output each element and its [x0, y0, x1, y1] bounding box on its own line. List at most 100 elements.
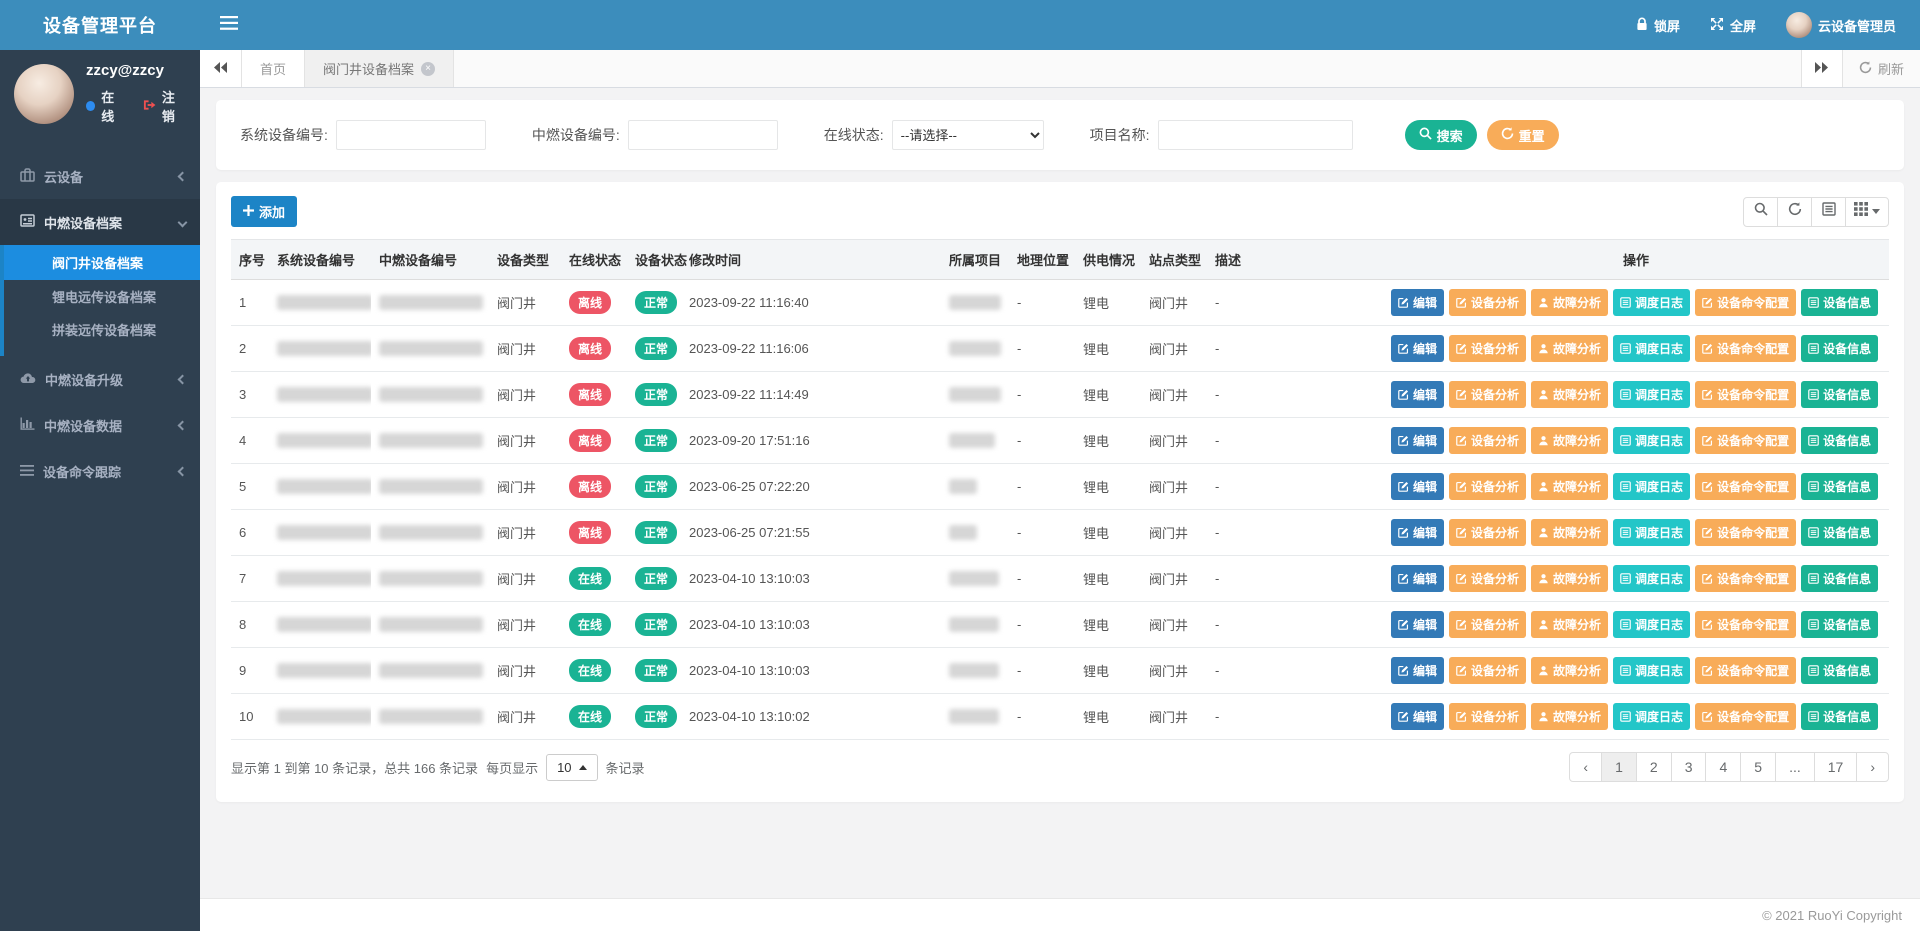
sidebar-subitem-lithium-remote-archive[interactable]: 锂电远传设备档案 [4, 280, 200, 313]
row-action-device-analysis[interactable]: 设备分析 [1449, 381, 1526, 408]
toolbar-detail-view-button[interactable] [1811, 197, 1846, 227]
tab-close-icon[interactable]: × [421, 62, 435, 76]
tab-valve-well-archive[interactable]: 阀门井设备档案 × [305, 50, 454, 87]
page-prev-button[interactable]: ‹ [1569, 752, 1602, 782]
row-action-device-analysis[interactable]: 设备分析 [1449, 289, 1526, 316]
row-action-device-analysis[interactable]: 设备分析 [1449, 427, 1526, 454]
row-action-dispatch-log[interactable]: 调度日志 [1613, 381, 1690, 408]
row-action-device-info[interactable]: 设备信息 [1801, 473, 1878, 500]
row-action-edit[interactable]: 编辑 [1391, 519, 1444, 546]
tabs-scroll-right-button[interactable] [1801, 50, 1843, 87]
row-action-device-analysis[interactable]: 设备分析 [1449, 703, 1526, 730]
row-action-edit[interactable]: 编辑 [1391, 289, 1444, 316]
row-action-edit[interactable]: 编辑 [1391, 657, 1444, 684]
row-action-device-command-config[interactable]: 设备命令配置 [1695, 703, 1796, 730]
page-button-2[interactable]: 2 [1636, 752, 1672, 782]
row-action-device-info[interactable]: 设备信息 [1801, 289, 1878, 316]
row-action-dispatch-log[interactable]: 调度日志 [1613, 289, 1690, 316]
row-action-dispatch-log[interactable]: 调度日志 [1613, 703, 1690, 730]
row-action-device-command-config[interactable]: 设备命令配置 [1695, 473, 1796, 500]
row-action-dispatch-log[interactable]: 调度日志 [1613, 611, 1690, 638]
row-action-device-info[interactable]: 设备信息 [1801, 381, 1878, 408]
row-action-device-info[interactable]: 设备信息 [1801, 565, 1878, 592]
sidebar-item-command-tracking[interactable]: 设备命令跟踪 [0, 448, 200, 494]
toolbar-search-button[interactable] [1743, 197, 1778, 227]
row-action-dispatch-log[interactable]: 调度日志 [1613, 565, 1690, 592]
row-action-device-command-config[interactable]: 设备命令配置 [1695, 427, 1796, 454]
zr-device-id-input[interactable] [628, 120, 778, 150]
admin-menu[interactable]: 云设备管理员 [1786, 12, 1896, 38]
fullscreen-button[interactable]: 全屏 [1710, 16, 1756, 35]
row-action-dispatch-log[interactable]: 调度日志 [1613, 657, 1690, 684]
row-action-edit[interactable]: 编辑 [1391, 565, 1444, 592]
row-action-device-command-config[interactable]: 设备命令配置 [1695, 335, 1796, 362]
row-action-fault-analysis[interactable]: 故障分析 [1531, 427, 1608, 454]
sidebar-subitem-valve-well-archive[interactable]: 阀门井设备档案 [4, 245, 200, 280]
page-next-button[interactable]: › [1856, 752, 1889, 782]
tab-home[interactable]: 首页 [242, 50, 305, 87]
logout-link[interactable]: 注销 [162, 87, 186, 125]
row-action-device-command-config[interactable]: 设备命令配置 [1695, 519, 1796, 546]
online-status-select[interactable]: --请选择-- [892, 120, 1044, 150]
page-button-17[interactable]: 17 [1814, 752, 1858, 782]
sidebar-item-zr-upgrade[interactable]: 中燃设备升级 [0, 356, 200, 402]
sidebar-item-zr-data[interactable]: 中燃设备数据 [0, 402, 200, 448]
reset-button[interactable]: 重置 [1487, 120, 1559, 150]
row-action-fault-analysis[interactable]: 故障分析 [1531, 473, 1608, 500]
row-action-fault-analysis[interactable]: 故障分析 [1531, 611, 1608, 638]
row-action-dispatch-log[interactable]: 调度日志 [1613, 335, 1690, 362]
toolbar-refresh-button[interactable] [1777, 197, 1812, 227]
page-size-dropdown[interactable]: 10 [546, 754, 597, 781]
row-action-device-info[interactable]: 设备信息 [1801, 519, 1878, 546]
row-action-device-info[interactable]: 设备信息 [1801, 703, 1878, 730]
row-action-fault-analysis[interactable]: 故障分析 [1531, 289, 1608, 316]
row-action-edit[interactable]: 编辑 [1391, 381, 1444, 408]
sidebar-item-cloud-device[interactable]: 云设备 [0, 153, 200, 199]
row-action-fault-analysis[interactable]: 故障分析 [1531, 703, 1608, 730]
row-action-device-command-config[interactable]: 设备命令配置 [1695, 565, 1796, 592]
row-action-device-analysis[interactable]: 设备分析 [1449, 335, 1526, 362]
row-action-dispatch-log[interactable]: 调度日志 [1613, 473, 1690, 500]
row-action-fault-analysis[interactable]: 故障分析 [1531, 381, 1608, 408]
row-action-device-info[interactable]: 设备信息 [1801, 427, 1878, 454]
row-action-device-command-config[interactable]: 设备命令配置 [1695, 657, 1796, 684]
sidebar-subitem-assembled-remote-archive[interactable]: 拼装远传设备档案 [4, 313, 200, 346]
row-action-device-analysis[interactable]: 设备分析 [1449, 473, 1526, 500]
row-action-device-analysis[interactable]: 设备分析 [1449, 565, 1526, 592]
row-action-edit[interactable]: 编辑 [1391, 427, 1444, 454]
search-button[interactable]: 搜索 [1405, 120, 1477, 150]
row-action-device-command-config[interactable]: 设备命令配置 [1695, 381, 1796, 408]
page-ellipsis[interactable]: ... [1775, 752, 1815, 782]
sidebar-toggle-button[interactable] [216, 10, 242, 41]
row-action-dispatch-log[interactable]: 调度日志 [1613, 519, 1690, 546]
row-action-edit[interactable]: 编辑 [1391, 335, 1444, 362]
page-button-4[interactable]: 4 [1705, 752, 1741, 782]
row-action-device-analysis[interactable]: 设备分析 [1449, 657, 1526, 684]
row-action-fault-analysis[interactable]: 故障分析 [1531, 519, 1608, 546]
page-button-5[interactable]: 5 [1740, 752, 1776, 782]
row-action-device-info[interactable]: 设备信息 [1801, 611, 1878, 638]
row-action-device-info[interactable]: 设备信息 [1801, 657, 1878, 684]
row-action-fault-analysis[interactable]: 故障分析 [1531, 335, 1608, 362]
row-action-edit[interactable]: 编辑 [1391, 611, 1444, 638]
row-action-edit[interactable]: 编辑 [1391, 703, 1444, 730]
row-action-fault-analysis[interactable]: 故障分析 [1531, 565, 1608, 592]
system-device-id-input[interactable] [336, 120, 486, 150]
tab-refresh-button[interactable]: 刷新 [1843, 50, 1920, 87]
row-action-dispatch-log[interactable]: 调度日志 [1613, 427, 1690, 454]
row-action-device-analysis[interactable]: 设备分析 [1449, 519, 1526, 546]
project-name-input[interactable] [1158, 120, 1353, 150]
sidebar-item-zr-archives[interactable]: 中燃设备档案 [0, 199, 200, 245]
row-action-device-info[interactable]: 设备信息 [1801, 335, 1878, 362]
row-action-device-command-config[interactable]: 设备命令配置 [1695, 289, 1796, 316]
toolbar-columns-button[interactable] [1845, 197, 1889, 227]
page-button-3[interactable]: 3 [1671, 752, 1707, 782]
tabs-scroll-left-button[interactable] [200, 50, 242, 87]
row-action-edit[interactable]: 编辑 [1391, 473, 1444, 500]
page-button-1[interactable]: 1 [1601, 752, 1637, 782]
row-action-device-analysis[interactable]: 设备分析 [1449, 611, 1526, 638]
add-button[interactable]: 添加 [231, 196, 297, 227]
lock-screen-button[interactable]: 锁屏 [1636, 16, 1680, 35]
row-action-device-command-config[interactable]: 设备命令配置 [1695, 611, 1796, 638]
row-action-fault-analysis[interactable]: 故障分析 [1531, 657, 1608, 684]
